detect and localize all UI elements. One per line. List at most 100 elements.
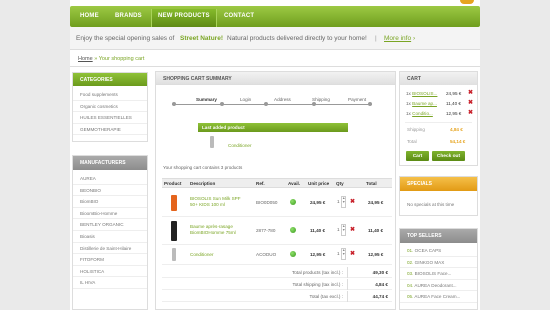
close-icon[interactable]: ✖: [350, 250, 355, 257]
cart-item-price: 12,95 €: [446, 111, 462, 116]
total-value: 4,84 €: [375, 282, 388, 287]
total-row: Total shipping (tax incl.) : 4,84 €: [162, 279, 392, 290]
cart-item-qty: 1x: [406, 111, 411, 116]
manufacturer-item[interactable]: BEONBIO: [73, 185, 147, 197]
nav-new-products[interactable]: NEW PRODUCTS: [151, 9, 217, 27]
close-icon[interactable]: ✖: [350, 226, 355, 233]
product-ref: BIO0D050: [256, 200, 278, 205]
close-icon[interactable]: ✖: [468, 109, 473, 116]
col-description: Description: [190, 181, 216, 186]
row-total: 12,95 €: [368, 252, 384, 257]
product-description[interactable]: Conditioner: [190, 252, 214, 257]
top-seller-name[interactable]: GINKGO MAX: [415, 260, 445, 265]
top-seller-name[interactable]: AUREA Face Cream...: [414, 294, 460, 299]
promo-divider: |: [375, 35, 377, 42]
col-qty: Qty: [336, 181, 344, 186]
close-icon[interactable]: ✖: [468, 99, 473, 106]
manufacturer-item[interactable]: HOLISTICA: [73, 266, 147, 278]
unit-price: 12,95 €: [310, 252, 326, 257]
close-icon[interactable]: ✖: [468, 89, 473, 96]
manufacturer-item[interactable]: FITOFORM: [73, 254, 147, 266]
cart-item: 1x Baume ap...: [406, 101, 437, 106]
nav-home[interactable]: HOME: [80, 13, 99, 19]
specials-block: SPECIALS No specials at this time: [399, 176, 478, 216]
last-added-name[interactable]: Conditioner: [228, 143, 252, 148]
product-thumbnail[interactable]: [210, 136, 214, 148]
product-thumbnail[interactable]: [171, 221, 177, 241]
cart-item-price: 24,95 €: [446, 91, 462, 96]
categories-block: CATEGORIES Food supplements Organic cosm…: [72, 72, 148, 142]
cart-item-name[interactable]: Baume ap...: [412, 101, 437, 106]
top-seller-item[interactable]: 02. GINKGO MAX: [400, 257, 477, 269]
qty-value[interactable]: 1: [337, 251, 340, 256]
progress-line: [172, 104, 372, 105]
manufacturers-title: MANUFACTURERS: [73, 156, 147, 170]
divider: [405, 122, 472, 123]
category-item[interactable]: HUILES ESSENTIELLES: [73, 112, 147, 124]
top-seller-name[interactable]: AUREA Deodorant...: [414, 283, 456, 288]
top-seller-item[interactable]: 01. OCEA CAPS: [400, 245, 477, 257]
top-seller-name[interactable]: BIOSOLIS Face...: [415, 271, 452, 276]
breadcrumb: Home » Your shopping cart: [78, 56, 144, 62]
total-row: Total (tax excl.) : 44,74 €: [162, 291, 392, 302]
col-unit-price: Unit price: [308, 181, 330, 186]
cart-title: CART: [400, 72, 477, 85]
last-added-header: Last added product: [198, 123, 348, 132]
cart-item-name[interactable]: BIOSOLIS...: [412, 91, 437, 96]
manufacturer-item[interactable]: Bioasis: [73, 231, 147, 243]
cart-button[interactable]: Cart: [406, 151, 429, 161]
cart-table-header: Product Description Ref. Avail. Unit pri…: [162, 178, 392, 188]
more-info-link[interactable]: More info: [384, 35, 411, 42]
cart-total-label: Total: [407, 139, 417, 144]
manufacturer-item[interactable]: BENTLEY ORGANIC: [73, 219, 147, 231]
manufacturer-item[interactable]: AUREA: [73, 173, 147, 185]
top-seller-item[interactable]: 03. BIOSOLIS Face...: [400, 268, 477, 280]
unit-price: 11,40 €: [310, 228, 326, 233]
top-seller-item[interactable]: 04. AUREA Deodorant...: [400, 280, 477, 292]
category-item[interactable]: GEMMOTHERAPIE: [73, 124, 147, 136]
manufacturer-item[interactable]: Distillerie de Saint-Hilaire: [73, 243, 147, 255]
cart-item: 1x Conditio...: [406, 111, 433, 116]
category-item[interactable]: Organic cosmetics: [73, 101, 147, 113]
qty-value[interactable]: 1: [337, 199, 340, 204]
top-seller-rank: 01.: [407, 248, 414, 253]
cart-item-price: 11,40 €: [446, 101, 461, 106]
cart-count-text: Your shopping cart contains 3 products: [163, 165, 243, 170]
breadcrumb-home[interactable]: Home: [78, 56, 93, 62]
top-seller-item[interactable]: 05. AUREA Face Cream...: [400, 291, 477, 303]
total-label: Total (tax excl.) :: [309, 294, 343, 299]
product-ref: 2877-780: [256, 228, 276, 233]
in-stock-icon: [290, 251, 296, 257]
total-row: Total products (tax incl.) : 49,30 €: [162, 267, 392, 278]
divider: [70, 66, 480, 67]
manufacturer-item[interactable]: IL HIVA: [73, 277, 147, 289]
category-item[interactable]: Food supplements: [73, 89, 147, 101]
cart-items: 1x BIOSOLIS... 24,95 € ✖ 1x Baume ap... …: [400, 87, 477, 120]
close-icon[interactable]: ✖: [350, 198, 355, 205]
page: HOME BRANDS NEW PRODUCTS CONTACT Enjoy t…: [70, 0, 480, 310]
divider: [347, 291, 348, 302]
step-address: Address: [274, 97, 291, 102]
step-dot: [220, 102, 224, 106]
specials-empty-text: No specials at this time: [407, 202, 455, 207]
specials-title: SPECIALS: [400, 177, 477, 191]
top-seller-rank: 02.: [407, 259, 414, 265]
manufacturer-item[interactable]: BioomBio-Homme: [73, 208, 147, 220]
product-description[interactable]: Baume après-rasage BiomBIOHomme 75ml: [190, 224, 252, 236]
qty-stepper[interactable]: ▲ ▼: [341, 248, 346, 260]
manufacturer-item[interactable]: BiomBIO: [73, 196, 147, 208]
nav-contact[interactable]: CONTACT: [224, 13, 254, 19]
qty-stepper[interactable]: ▲ ▼: [341, 224, 346, 236]
step-summary: Summary: [196, 97, 217, 102]
promo-prefix: Enjoy the special opening sales of: [76, 35, 175, 42]
qty-stepper[interactable]: ▲ ▼: [341, 196, 346, 208]
cart-item-name[interactable]: Conditio...: [412, 111, 433, 116]
checkout-button[interactable]: Check out: [432, 151, 465, 161]
nav-brands[interactable]: BRANDS: [115, 13, 142, 19]
product-description[interactable]: BIOSOLIS Sun Milk SPF 50+ KIDS 100 ml: [190, 196, 248, 208]
qty-value[interactable]: 1: [337, 227, 340, 232]
unit-price: 24,95 €: [310, 200, 326, 205]
top-seller-name[interactable]: OCEA CAPS: [415, 248, 442, 253]
product-thumbnail[interactable]: [172, 248, 176, 261]
product-thumbnail[interactable]: [171, 195, 177, 211]
